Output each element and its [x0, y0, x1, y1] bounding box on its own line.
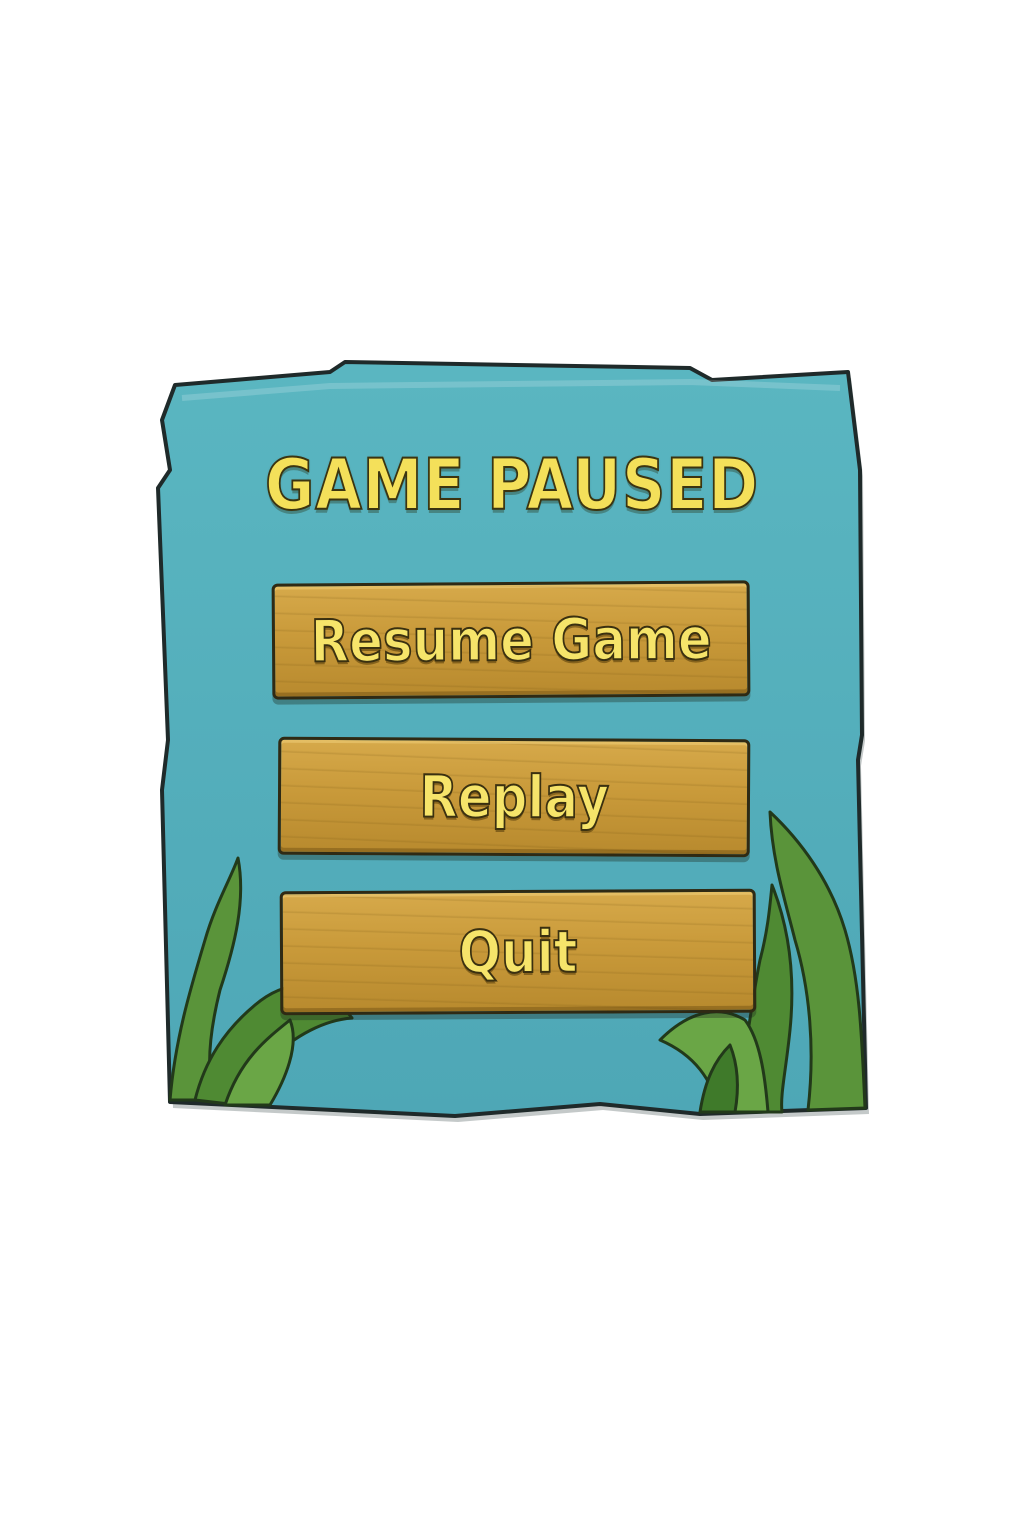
quit-label: Quit — [457, 917, 578, 987]
pause-menu-screen: GAME PAUSED Resume Game Replay Quit — [0, 0, 1024, 1536]
page-title: GAME PAUSED — [264, 443, 760, 527]
resume-game-label: Resume Game — [309, 604, 712, 677]
replay-button[interactable]: Replay — [277, 736, 751, 858]
resume-game-button[interactable]: Resume Game — [271, 580, 751, 700]
quit-button[interactable]: Quit — [279, 888, 757, 1016]
replay-label: Replay — [418, 762, 610, 833]
